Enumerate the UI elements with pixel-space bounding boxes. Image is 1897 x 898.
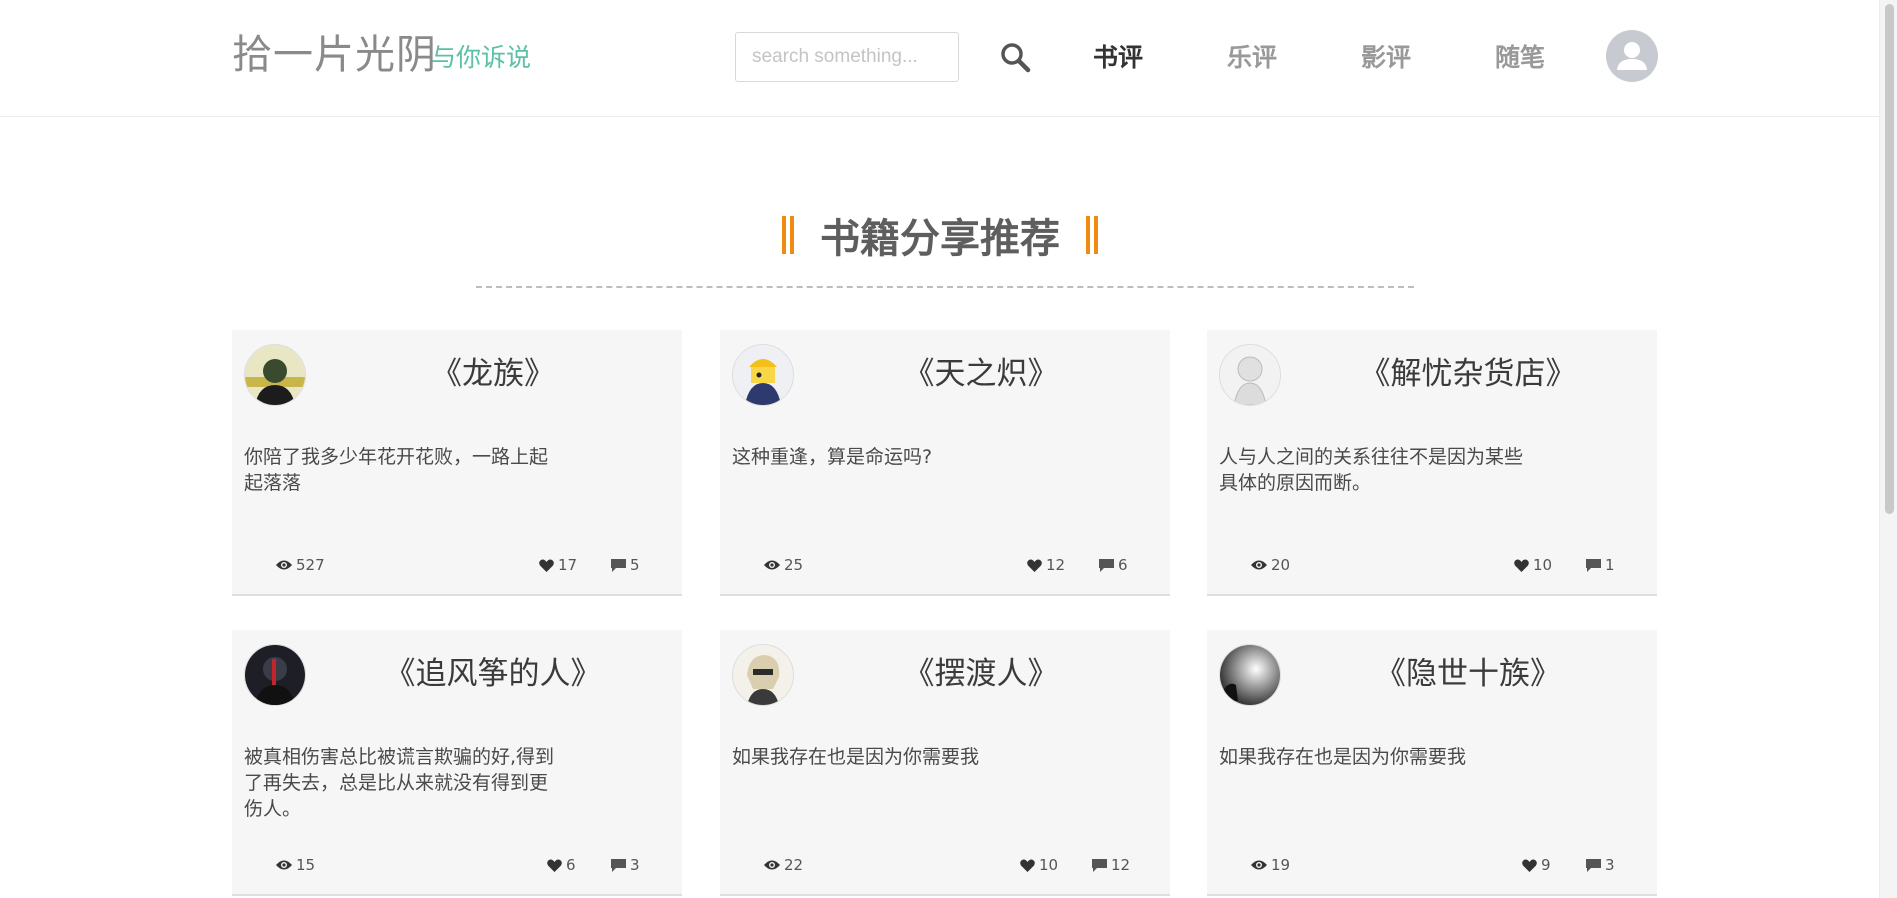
likes-value: 17 — [558, 556, 578, 574]
nav-item-film-review[interactable]: 影评 — [1361, 38, 1411, 74]
likes-count[interactable]: 17 — [539, 556, 577, 574]
eye-icon — [1251, 860, 1267, 870]
likes-count[interactable]: 10 — [1020, 856, 1058, 874]
section-divider — [476, 286, 1414, 288]
book-card-tianzhichi[interactable]: 《天之炽》 这种重逢，算是命运吗? 25 12 6 — [720, 330, 1170, 596]
book-quote: 被真相伤害总比被谎言欺骗的好,得到了再失去，总是比从来就没有得到更伤人。 — [244, 746, 555, 820]
likes-count[interactable]: 10 — [1514, 556, 1552, 574]
views-value: 25 — [784, 556, 804, 574]
views-value: 19 — [1271, 856, 1291, 874]
heart-icon — [547, 859, 562, 872]
book-title[interactable]: 《隐世十族》 — [1279, 648, 1657, 693]
user-avatar-button[interactable] — [1606, 30, 1658, 82]
views-value: 15 — [296, 856, 316, 874]
author-avatar — [1219, 644, 1281, 706]
author-avatar — [244, 344, 306, 406]
comment-icon — [611, 558, 626, 572]
eye-icon — [764, 860, 780, 870]
search-button[interactable] — [998, 40, 1032, 74]
section-header: 书籍分享推荐 — [0, 206, 1880, 264]
book-quote: 如果我存在也是因为你需要我 — [732, 746, 980, 768]
likes-value: 9 — [1541, 856, 1551, 874]
author-avatar — [732, 344, 794, 406]
eye-icon — [764, 560, 780, 570]
brand-subtitle: 与你诉说 — [431, 43, 532, 72]
views-count: 19 — [1251, 856, 1290, 874]
author-avatar — [1219, 344, 1281, 406]
views-count: 22 — [764, 856, 803, 874]
likes-value: 6 — [566, 856, 576, 874]
eye-icon — [276, 860, 292, 870]
comments-value: 12 — [1111, 856, 1131, 874]
book-title[interactable]: 《解忧杂货店》 — [1279, 348, 1657, 393]
eye-icon — [1251, 560, 1267, 570]
heart-icon — [1027, 559, 1042, 572]
comments-value: 3 — [630, 856, 640, 874]
views-value: 527 — [296, 556, 325, 574]
comments-count[interactable]: 6 — [1099, 556, 1128, 574]
comment-icon — [611, 858, 626, 872]
likes-value: 10 — [1039, 856, 1059, 874]
book-title[interactable]: 《追风筝的人》 — [304, 648, 682, 693]
nav-item-essays[interactable]: 随笔 — [1495, 38, 1545, 74]
book-quote: 你陪了我多少年花开花败，一路上起起落落 — [244, 446, 549, 494]
book-card-yinshi[interactable]: 《隐世十族》 如果我存在也是因为你需要我 19 9 3 — [1207, 630, 1657, 896]
book-card-kite-runner[interactable]: 《追风筝的人》 被真相伤害总比被谎言欺骗的好,得到了再失去，总是比从来就没有得到… — [232, 630, 682, 896]
views-count: 527 — [276, 556, 325, 574]
nav-item-music-review[interactable]: 乐评 — [1227, 38, 1277, 74]
comments-count[interactable]: 12 — [1092, 856, 1130, 874]
heart-icon — [1020, 859, 1035, 872]
heart-icon — [1522, 859, 1537, 872]
user-icon — [1617, 42, 1647, 70]
book-quote: 如果我存在也是因为你需要我 — [1219, 746, 1467, 768]
book-title[interactable]: 《龙族》 — [304, 348, 682, 393]
brand-title[interactable]: 拾一片光阴 — [232, 22, 437, 80]
likes-value: 10 — [1533, 556, 1553, 574]
eye-icon — [276, 560, 292, 570]
book-card-jieyou[interactable]: 《解忧杂货店》 人与人之间的关系往往不是因为某些具体的原因而断。 20 10 1 — [1207, 330, 1657, 596]
likes-count[interactable]: 6 — [547, 856, 576, 874]
section-title: 书籍分享推荐 — [820, 216, 1060, 262]
book-quote: 人与人之间的关系往往不是因为某些具体的原因而断。 — [1219, 446, 1524, 494]
book-card-ferryman[interactable]: 《摆渡人》 如果我存在也是因为你需要我 22 10 12 — [720, 630, 1170, 896]
views-count: 15 — [276, 856, 315, 874]
views-count: 25 — [764, 556, 803, 574]
comments-count[interactable]: 3 — [1586, 856, 1615, 874]
book-title[interactable]: 《天之炽》 — [792, 348, 1170, 393]
views-count: 20 — [1251, 556, 1290, 574]
accent-bars-right — [1084, 216, 1100, 254]
likes-count[interactable]: 12 — [1027, 556, 1065, 574]
comments-count[interactable]: 3 — [611, 856, 640, 874]
book-card-longzu[interactable]: 《龙族》 你陪了我多少年花开花败，一路上起起落落 527 17 5 — [232, 330, 682, 596]
book-quote: 这种重逢，算是命运吗? — [732, 446, 933, 468]
comment-icon — [1586, 858, 1601, 872]
comments-value: 6 — [1118, 556, 1128, 574]
views-value: 22 — [784, 856, 804, 874]
book-title[interactable]: 《摆渡人》 — [792, 648, 1170, 693]
views-value: 20 — [1271, 556, 1291, 574]
likes-value: 12 — [1046, 556, 1066, 574]
comment-icon — [1092, 858, 1107, 872]
comments-value: 1 — [1605, 556, 1615, 574]
comments-value: 5 — [630, 556, 640, 574]
comments-value: 3 — [1605, 856, 1615, 874]
page-scrollbar[interactable] — [1879, 0, 1897, 898]
search-icon — [1001, 43, 1031, 73]
site-header: 拾一片光阴 与你诉说 书评 乐评 影评 随笔 — [0, 0, 1880, 117]
comments-count[interactable]: 1 — [1586, 556, 1615, 574]
author-avatar — [732, 644, 794, 706]
scrollbar-thumb[interactable] — [1885, 4, 1894, 514]
nav-item-book-review[interactable]: 书评 — [1093, 38, 1143, 74]
comments-count[interactable]: 5 — [611, 556, 640, 574]
heart-icon — [539, 559, 554, 572]
comment-icon — [1586, 558, 1601, 572]
heart-icon — [1514, 559, 1529, 572]
author-avatar — [244, 644, 306, 706]
comment-icon — [1099, 558, 1114, 572]
likes-count[interactable]: 9 — [1522, 856, 1551, 874]
accent-bars-left — [780, 216, 796, 254]
search-input[interactable] — [735, 32, 959, 82]
